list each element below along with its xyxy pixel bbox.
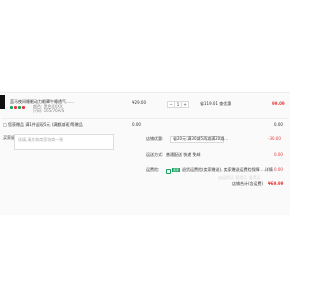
summary-value: ¥69.99: [268, 181, 284, 186]
insurance-label: 运费险:: [146, 167, 160, 172]
gift-row-total: 0.00: [274, 122, 283, 127]
store-discount-label: 店铺优惠:: [146, 136, 164, 141]
quantity-input[interactable]: 1: [174, 102, 182, 107]
discount-link[interactable]: 省119.01 查优惠: [200, 101, 231, 107]
notes-placeholder: 选填,请先和商家协商一致: [18, 137, 64, 142]
product-spec-size: 尺码: 165/76A/S: [33, 108, 65, 113]
insurance-tag: 卖家: [172, 168, 180, 172]
divider: [2, 118, 288, 119]
quantity-stepper[interactable]: − 1 +: [167, 101, 189, 108]
sku-badge-icon: [22, 106, 25, 109]
insurance-value: 0.00: [274, 167, 283, 172]
unit-price: ¥29.00: [132, 100, 146, 105]
gift-row-value: 0.00: [132, 122, 141, 127]
summary-label: 店铺合计(含运费): [232, 181, 264, 186]
product-total: 99.09: [272, 101, 285, 106]
insurance-text[interactable]: 退货运费险(卖家赠送), 卖家赠送运费险保障 …详情: [182, 167, 273, 173]
gift-row-label[interactable]: □ 您获赠品 满1件返现5元 (满额减现)等赠品: [3, 122, 83, 128]
product-thumbnail[interactable]: [0, 95, 5, 109]
quantity-plus-button[interactable]: +: [182, 102, 188, 107]
sku-badge-icon: [18, 106, 21, 109]
notes-input[interactable]: 选填,请先和商家协商一致: [14, 134, 114, 150]
store-discount-select[interactable]: 省20元:满30减5再减满20减…: [170, 136, 228, 143]
shipping-label: 运送方式:: [146, 152, 164, 157]
store-discount-value: -30.00: [268, 136, 281, 141]
sku-badge-icon: [14, 106, 17, 109]
shipping-value: 0.00: [274, 152, 283, 157]
store-discount-option: 省20元:满30减5再减满20减…: [173, 136, 229, 141]
sku-badge-icon: [10, 106, 13, 109]
shipping-option[interactable]: 普通配送 快递 免邮: [166, 152, 201, 158]
insurance-checkbox[interactable]: [166, 169, 171, 174]
